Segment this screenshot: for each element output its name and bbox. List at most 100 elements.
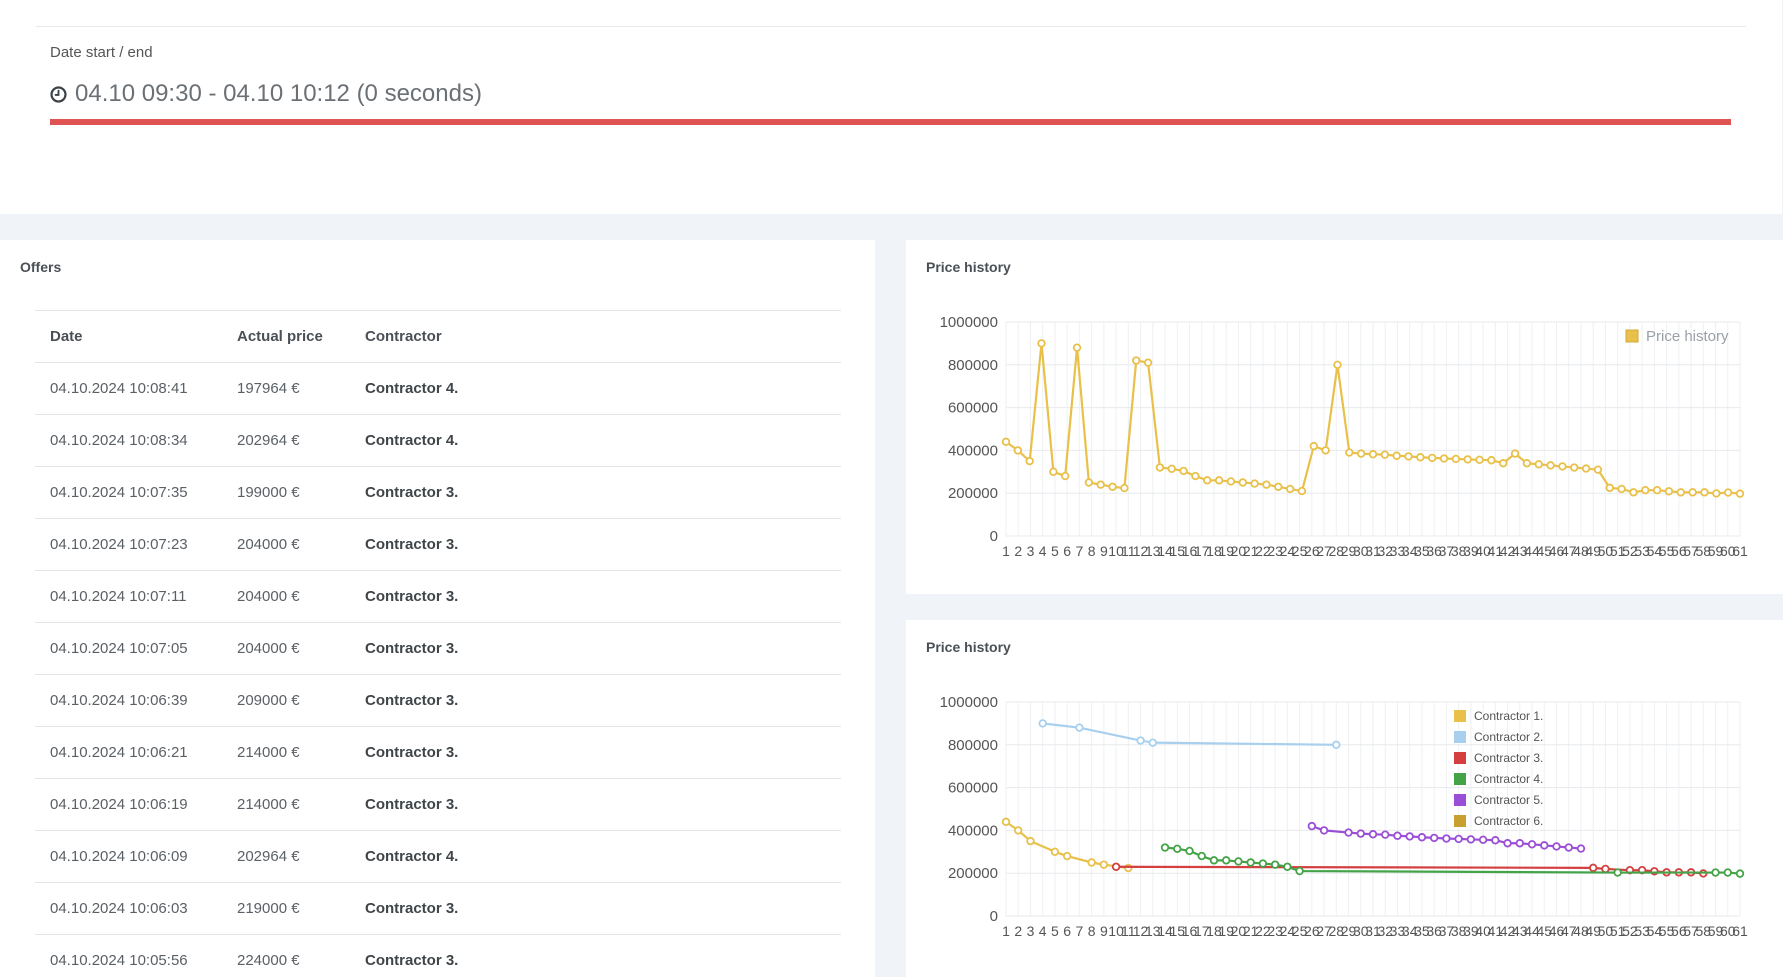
data-point bbox=[1404, 452, 1413, 461]
offer-contractor: Contractor 3. bbox=[365, 588, 459, 605]
data-point bbox=[1136, 736, 1145, 745]
data-point bbox=[1487, 456, 1496, 465]
data-point bbox=[1295, 866, 1304, 876]
data-point bbox=[1285, 484, 1295, 494]
data-point bbox=[1723, 488, 1733, 497]
data-point bbox=[1062, 851, 1072, 861]
data-point bbox=[1333, 360, 1342, 369]
contractor-price-history-chart: 0 200000 400000 600000 800000 1000000 1 2 3 4 5 6 7 8… bbox=[940, 694, 1748, 939]
offer-price: 202964 € bbox=[237, 830, 365, 883]
x-tick-label: 2 bbox=[1014, 543, 1022, 559]
offer-date: 04.10.2024 10:05:56 bbox=[35, 934, 237, 977]
offer-contractor-cell: Contractor 3. bbox=[365, 622, 841, 675]
data-point bbox=[1072, 343, 1082, 352]
x-tick-label: 9 bbox=[1100, 923, 1108, 939]
data-point bbox=[1368, 450, 1378, 459]
legend-swatch bbox=[1454, 815, 1466, 827]
data-point bbox=[1167, 464, 1176, 474]
offer-price: 219000 € bbox=[237, 882, 365, 935]
data-point bbox=[1049, 467, 1058, 476]
chart-grid bbox=[1005, 321, 1741, 537]
legend-label: Contractor 3. bbox=[1474, 751, 1543, 765]
offer-row: 04.10.2024 10:05:56 224000 € Contractor 3. bbox=[35, 934, 841, 977]
offer-contractor: Contractor 3. bbox=[365, 640, 459, 657]
data-point bbox=[1297, 486, 1307, 496]
offer-contractor-cell: Contractor 3. bbox=[365, 570, 841, 623]
auction-header-panel: Date start / end 04.10 09:30 - 04.10 10:… bbox=[0, 0, 1782, 214]
offer-row: 04.10.2024 10:07:35 199000 € Contractor 3. bbox=[35, 466, 841, 519]
data-point bbox=[1148, 738, 1157, 747]
y-tick-label: 600000 bbox=[948, 400, 998, 417]
x-tick-label: 9 bbox=[1100, 543, 1108, 559]
offer-price: 204000 € bbox=[237, 570, 365, 623]
data-point bbox=[1238, 478, 1247, 487]
offer-date: 04.10.2024 10:06:03 bbox=[35, 882, 237, 935]
offer-contractor-cell: Contractor 3. bbox=[365, 674, 841, 727]
time-progress-bar bbox=[50, 119, 1731, 125]
legend-label: Price history bbox=[1646, 328, 1729, 345]
offer-contractor: Contractor 4. bbox=[365, 380, 459, 397]
data-point bbox=[1250, 479, 1259, 488]
offer-price: 204000 € bbox=[237, 622, 365, 675]
data-point bbox=[1270, 860, 1280, 869]
data-point bbox=[1160, 843, 1170, 852]
offer-contractor-cell: Contractor 4. bbox=[365, 362, 841, 415]
data-point bbox=[1503, 839, 1512, 848]
offer-contractor: Contractor 3. bbox=[365, 536, 459, 553]
offer-price: 204000 € bbox=[237, 518, 365, 571]
data-point bbox=[1546, 461, 1555, 470]
data-point bbox=[1405, 832, 1414, 841]
offer-row: 04.10.2024 10:06:03 219000 € Contractor 3. bbox=[35, 882, 841, 935]
y-tick-label: 600000 bbox=[948, 780, 998, 797]
data-point bbox=[1001, 437, 1011, 447]
data-point bbox=[1309, 441, 1319, 451]
legend-label: Contractor 5. bbox=[1474, 793, 1543, 807]
data-point bbox=[1262, 480, 1271, 489]
offer-price: 202964 € bbox=[237, 414, 365, 467]
series-contractor-4 bbox=[1160, 843, 1745, 878]
legend-swatch bbox=[1454, 773, 1466, 785]
offer-price: 214000 € bbox=[237, 726, 365, 779]
data-point bbox=[1491, 836, 1500, 845]
offer-contractor-cell: Contractor 4. bbox=[365, 414, 841, 467]
offer-date: 04.10.2024 10:08:34 bbox=[35, 414, 237, 467]
offer-contractor: Contractor 4. bbox=[365, 432, 459, 449]
y-tick-label: 800000 bbox=[948, 357, 998, 374]
x-tick-label: 61 bbox=[1732, 923, 1748, 939]
offer-contractor: Contractor 3. bbox=[365, 900, 459, 917]
data-point bbox=[1442, 834, 1451, 843]
data-point bbox=[1332, 740, 1341, 749]
data-point bbox=[1026, 836, 1035, 846]
y-tick-label: 400000 bbox=[948, 442, 998, 459]
data-point bbox=[1581, 464, 1591, 473]
x-tick-label: 6 bbox=[1063, 543, 1071, 559]
data-point bbox=[1075, 723, 1084, 732]
data-point bbox=[1246, 858, 1255, 867]
column-header-date: Date bbox=[35, 310, 237, 363]
data-point bbox=[1197, 851, 1206, 861]
x-tick-label: 7 bbox=[1076, 923, 1084, 939]
offer-contractor-cell: Contractor 3. bbox=[365, 726, 841, 779]
data-point bbox=[1439, 454, 1449, 463]
offer-contractor-cell: Contractor 3. bbox=[365, 882, 841, 935]
date-range-text: 04.10 09:30 - 04.10 10:12 (0 seconds) bbox=[75, 80, 482, 107]
data-point bbox=[1664, 487, 1674, 496]
data-point bbox=[1393, 831, 1402, 840]
data-point bbox=[1527, 840, 1537, 849]
x-tick-label: 2 bbox=[1014, 923, 1022, 939]
data-point bbox=[1319, 826, 1329, 835]
offer-contractor-cell: Contractor 3. bbox=[365, 778, 841, 831]
column-header-contractor: Contractor bbox=[365, 310, 841, 363]
data-point bbox=[1429, 833, 1439, 843]
data-point bbox=[1060, 471, 1070, 481]
data-point bbox=[1037, 339, 1046, 348]
legend-swatch bbox=[1454, 752, 1466, 764]
offer-price: 209000 € bbox=[237, 674, 365, 727]
offer-contractor: Contractor 3. bbox=[365, 744, 459, 761]
x-tick-label: 1 bbox=[1002, 923, 1010, 939]
data-point bbox=[1416, 453, 1425, 462]
x-tick-label: 1 bbox=[1002, 543, 1010, 559]
x-tick-label: 7 bbox=[1076, 543, 1084, 559]
data-point bbox=[1510, 449, 1520, 458]
data-point bbox=[1143, 358, 1153, 367]
